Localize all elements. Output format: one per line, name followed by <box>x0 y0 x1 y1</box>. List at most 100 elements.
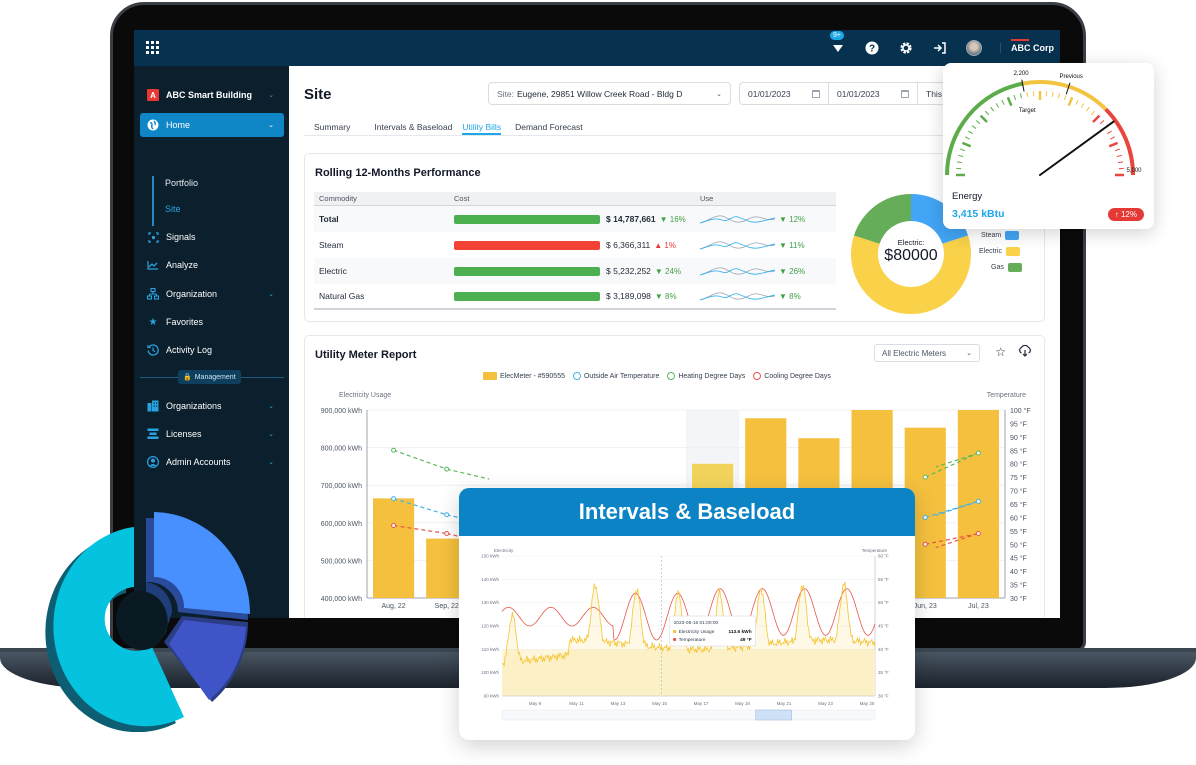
user-avatar[interactable] <box>966 40 982 56</box>
gauge-tick <box>1108 141 1119 148</box>
legend-electric: Electric <box>979 247 1020 256</box>
meter-select[interactable]: All Electric Meters ⌄ <box>874 344 980 362</box>
y2-tick-label: 80 °F <box>1010 461 1027 469</box>
date-to-input[interactable]: 01/01/2023 <box>829 83 918 104</box>
sidebar-item-signals[interactable]: Signals <box>140 225 284 249</box>
series-point <box>975 531 981 537</box>
y-tick-label: 100 kWh <box>481 670 499 675</box>
y-tick-label: 900,000 kWh <box>321 408 362 415</box>
meter-report-title: Utility Meter Report <box>315 349 417 361</box>
sidebar-item-favorites[interactable]: ★ Favorites <box>140 310 284 334</box>
gauge-tick <box>990 106 994 112</box>
sidebar-item-licenses[interactable]: Licenses ⌄ <box>140 422 284 446</box>
org-logo: A <box>147 89 159 101</box>
gauge-arc-green <box>945 81 1023 176</box>
sidebar-item-organizations[interactable]: Organizations ⌄ <box>140 394 284 418</box>
gauge-tick <box>979 114 988 123</box>
legend-item[interactable]: Outside Air Temperature <box>572 372 659 380</box>
series-point <box>975 450 981 456</box>
settings-icon[interactable] <box>898 40 914 56</box>
sidebar-item-label: Activity Log <box>166 345 213 355</box>
table-row: Electric $ 5,232,252 ▼ 24% ▼ 26% <box>314 258 836 284</box>
x-tick-label: May 19 <box>735 701 750 706</box>
date-from-input[interactable]: 01/01/2023 <box>740 83 829 104</box>
sidebar-subitem-portfolio[interactable]: Portfolio <box>165 178 198 188</box>
commodity-cell: Natural Gas <box>319 291 365 301</box>
x-tick-label: May 15 <box>652 701 667 706</box>
table-header: Commodity Cost Use <box>314 192 836 206</box>
commodity-cell: Steam <box>319 240 344 250</box>
logout-icon[interactable] <box>932 40 948 56</box>
y2-tick-label: 55 °F <box>878 577 889 582</box>
gauge-tick <box>1110 136 1116 140</box>
gauge-tick <box>1092 114 1101 123</box>
site-select[interactable]: Site: Eugene, 29851 Willow Creek Road - … <box>488 82 731 105</box>
tooltip-dot <box>673 629 677 634</box>
submenu-line <box>152 176 154 226</box>
chevron-down-icon: ⌄ <box>268 431 274 438</box>
tab-utility-bills[interactable]: Utility Bills <box>462 114 502 135</box>
sidebar-item-label: Favorites <box>166 317 204 327</box>
building-icon <box>147 400 159 412</box>
range-navigator <box>501 709 876 721</box>
y-axis-title: Electricity <box>494 548 514 553</box>
legend-swatch <box>1005 231 1020 240</box>
y-tick-label: 600,000 kWh <box>321 521 362 528</box>
help-icon[interactable]: ? <box>864 40 880 56</box>
calendar-icon <box>901 89 909 98</box>
chevron-down-icon: ⌄ <box>268 459 274 466</box>
chevron-down-icon: ⌄ <box>268 122 274 129</box>
use-change: ▼ 8% <box>779 291 801 301</box>
tab-bar: Summary Intervals & Baseload Utility Bil… <box>304 114 1044 136</box>
gauge-tick <box>1099 120 1105 125</box>
gauge-tick <box>1090 110 1095 116</box>
favorite-star-icon[interactable]: ☆ <box>995 345 1006 359</box>
sidebar-item-activity-log[interactable]: Activity Log <box>140 338 284 362</box>
tab-summary[interactable]: Summary <box>304 114 350 135</box>
series-line <box>446 468 490 480</box>
sidebar-item-organization[interactable]: Organization ⌄ <box>140 282 284 306</box>
cost-bar <box>454 240 600 250</box>
series-point <box>391 447 397 453</box>
donut-center-label: Electric: <box>897 238 925 247</box>
arrow-up-icon: ↑ <box>1114 210 1119 219</box>
analyze-icon <box>147 259 159 271</box>
donut-slice-gas[interactable] <box>853 194 911 244</box>
legend-item[interactable]: Cooling Degree Days <box>753 372 831 380</box>
legend-swatch <box>1007 263 1022 272</box>
previous-label: Previous <box>1060 74 1083 80</box>
x-tick-label: May 9 <box>529 701 542 706</box>
cloud-download-icon[interactable] <box>1018 344 1032 360</box>
y-tick-label: 400,000 kWh <box>321 596 362 603</box>
y2-tick-label: 95 °F <box>1010 420 1027 428</box>
gauge-tick <box>1080 103 1085 108</box>
org-switcher[interactable]: A ABC Smart Building ⌄ <box>140 83 284 107</box>
notification-icon[interactable]: 9+ <box>830 31 846 56</box>
tab-demand-forecast[interactable]: Demand Forecast <box>515 114 583 135</box>
y-tick-label: 150 kWh <box>481 554 499 559</box>
sidebar-item-home[interactable]: Home ⌄ <box>140 113 284 137</box>
sidebar-item-label: Licenses <box>166 429 202 439</box>
performance-card: Rolling 12-Months Performance Commodity … <box>304 153 1045 322</box>
legend-item[interactable]: ElecMeter - #590555 <box>483 372 565 380</box>
sidebar-item-admin-accounts[interactable]: Admin Accounts ⌄ <box>140 450 284 474</box>
sidebar-subitem-site[interactable]: Site <box>165 204 181 214</box>
cost-value: $ 5,232,252 <box>606 266 651 276</box>
gauge-tick <box>1067 96 1074 107</box>
y2-tick-label: 60 °F <box>1010 514 1027 522</box>
sidebar-item-analyze[interactable]: Analyze <box>140 253 284 277</box>
table-row: Total $ 14,787,661 ▼ 16% ▼ 12% <box>314 206 836 232</box>
sidebar-item-label: Organizations <box>166 401 222 411</box>
y2-tick-label: 40 °F <box>878 647 889 652</box>
y2-tick-label: 30 °F <box>878 694 889 699</box>
series-point <box>975 498 981 504</box>
x-tick-label: May 23 <box>818 701 833 706</box>
table-row: Natural Gas $ 3,189,098 ▼ 8% ▼ 8% <box>314 284 836 310</box>
tooltip-label: Electricity Usage <box>679 629 715 635</box>
x-tick-label: Aug, 22 <box>382 603 406 610</box>
legend-item[interactable]: Heating Degree Days <box>667 372 745 380</box>
apps-grid-icon[interactable] <box>146 41 159 54</box>
tab-intervals-baseload[interactable]: Intervals & Baseload <box>364 114 452 135</box>
x-tick-label: May 21 <box>777 701 792 706</box>
gauge-arc-red <box>1104 107 1135 176</box>
